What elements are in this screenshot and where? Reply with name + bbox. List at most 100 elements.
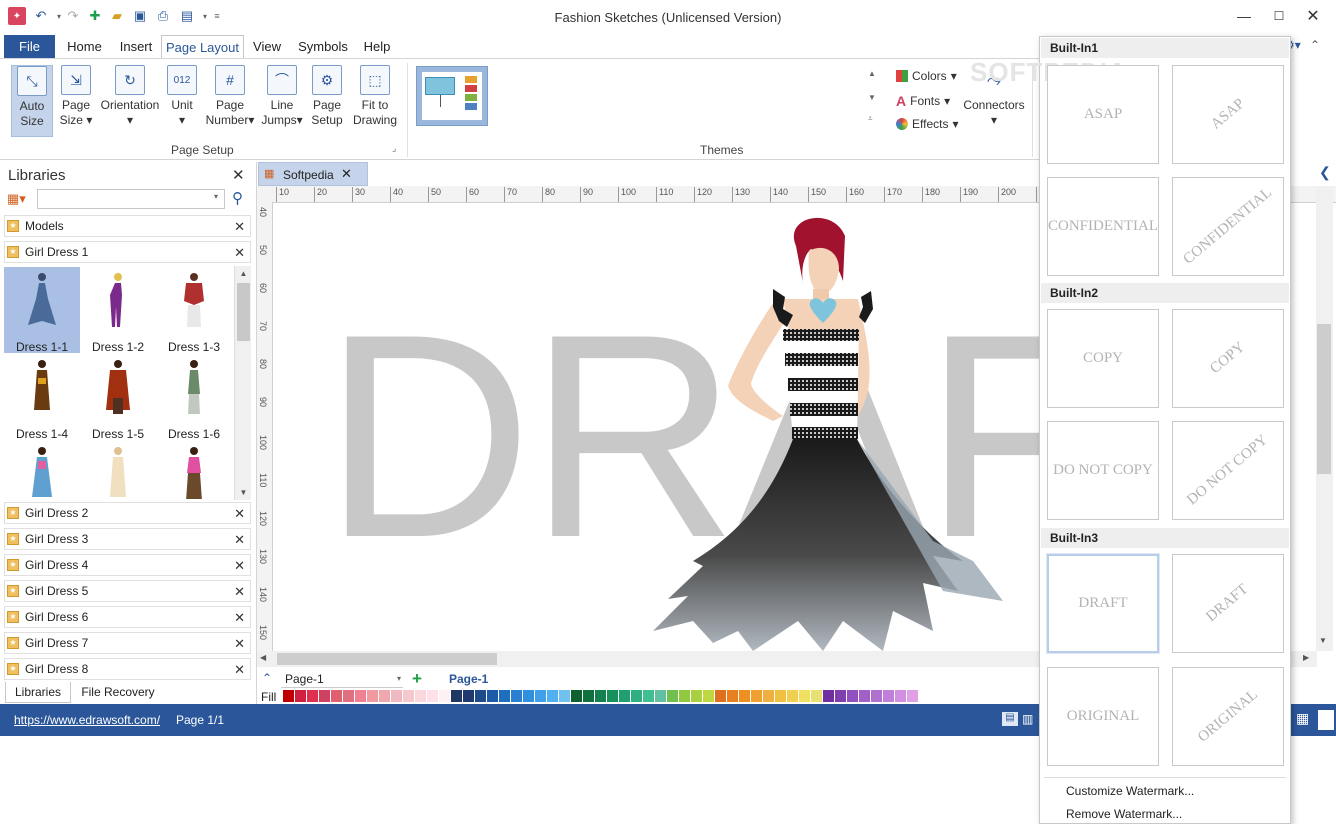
color-swatch[interactable] — [787, 690, 798, 702]
scroll-thumb[interactable] — [237, 283, 250, 341]
add-page-icon[interactable]: + — [412, 669, 422, 689]
gallery-more-icon[interactable]: ⩡ — [868, 114, 873, 124]
color-swatch[interactable] — [667, 690, 678, 702]
close-library-icon[interactable]: ✕ — [234, 636, 245, 652]
colors-button[interactable]: Colors ▾ — [896, 69, 957, 83]
canvas-vertical-scrollbar[interactable]: ❮ ▼ — [1316, 164, 1333, 651]
color-swatch[interactable] — [379, 690, 390, 702]
color-swatch[interactable] — [619, 690, 630, 702]
color-swatch[interactable] — [511, 690, 522, 702]
color-swatch[interactable] — [451, 690, 462, 702]
page-select[interactable]: Page-1 ▾ — [281, 670, 403, 688]
close-library-icon[interactable]: ✕ — [234, 610, 245, 626]
auto-size-button[interactable]: ⤡ Auto Size — [11, 65, 53, 137]
library-group-girl-dress-4[interactable]: ★ Girl Dress 4 ✕ — [4, 554, 251, 576]
color-swatch[interactable] — [571, 690, 582, 702]
grid-view-icon[interactable]: ▦ — [1296, 710, 1309, 727]
gallery-scroll-up-icon[interactable]: ▲ — [868, 69, 876, 78]
effects-button[interactable]: Effects ▾ — [896, 117, 959, 131]
shape-dress-1-8[interactable] — [80, 441, 156, 499]
scroll-down-icon[interactable]: ▼ — [1319, 636, 1327, 645]
color-swatch[interactable] — [655, 690, 666, 702]
color-swatch[interactable] — [643, 690, 654, 702]
page-setup-launcher-icon[interactable]: ⌟ — [392, 143, 396, 154]
fonts-button[interactable]: A Fonts ▾ — [896, 93, 950, 109]
line-jumps-button[interactable]: ⌒ Line Jumps▾ — [261, 65, 303, 128]
undo-icon[interactable]: ↶ — [32, 7, 50, 25]
watermark-confidential-diagonal[interactable]: CONFIDENTIAL — [1172, 177, 1284, 276]
color-swatch[interactable] — [823, 690, 834, 702]
page-tab[interactable]: Page-1 — [449, 672, 488, 686]
color-swatch[interactable] — [775, 690, 786, 702]
close-library-icon[interactable]: ✕ — [234, 245, 245, 261]
color-swatch[interactable] — [847, 690, 858, 702]
close-libraries-icon[interactable]: ✕ — [232, 166, 245, 184]
tab-symbols[interactable]: Symbols — [294, 35, 352, 59]
watermark-do-not-copy[interactable]: DO NOT COPY — [1047, 421, 1159, 520]
color-swatch[interactable] — [871, 690, 882, 702]
color-swatch[interactable] — [715, 690, 726, 702]
outline-view-icon[interactable]: ▥ — [1022, 712, 1033, 726]
connectors-button[interactable]: ⤳ Connectors ▾ — [962, 65, 1026, 128]
library-group-girl-dress-3[interactable]: ★ Girl Dress 3 ✕ — [4, 528, 251, 550]
page-size-button[interactable]: ⇲ Page Size ▾ — [58, 65, 94, 128]
tab-file[interactable]: File — [4, 35, 55, 59]
customize-watermark-item[interactable]: Customize Watermark... — [1066, 784, 1194, 798]
color-swatch[interactable] — [475, 690, 486, 702]
close-library-icon[interactable]: ✕ — [234, 532, 245, 548]
color-swatch[interactable] — [499, 690, 510, 702]
watermark-draft-diagonal[interactable]: DRAFT — [1172, 554, 1284, 653]
color-swatch[interactable] — [811, 690, 822, 702]
library-scrollbar[interactable]: ▲ ▼ — [234, 266, 251, 500]
close-library-icon[interactable]: ✕ — [234, 584, 245, 600]
scroll-thumb[interactable] — [277, 653, 497, 665]
library-group-girl-dress-6[interactable]: ★ Girl Dress 6 ✕ — [4, 606, 251, 628]
shape-dress-1-3[interactable]: Dress 1-3 — [156, 267, 232, 354]
fashion-model-figure[interactable] — [633, 211, 1013, 651]
scroll-up-icon[interactable]: ▲ — [236, 266, 251, 281]
open-icon[interactable]: ▰ — [108, 7, 126, 25]
watermark-asap-diagonal[interactable]: ASAP — [1172, 65, 1284, 164]
close-window-icon[interactable]: ✕ — [1290, 0, 1336, 32]
color-swatch[interactable] — [535, 690, 546, 702]
color-swatch[interactable] — [691, 690, 702, 702]
print-icon[interactable]: ⎙ — [154, 7, 172, 25]
search-dropdown-icon[interactable]: ▾ — [214, 192, 218, 201]
color-swatch[interactable] — [895, 690, 906, 702]
document-tab[interactable]: ▦ Softpedia ✕ — [258, 162, 368, 186]
color-swatch[interactable] — [751, 690, 762, 702]
tab-view[interactable]: View — [250, 35, 284, 59]
scroll-right-icon[interactable]: ▶ — [1303, 653, 1309, 662]
color-swatch[interactable] — [427, 690, 438, 702]
color-swatch[interactable] — [739, 690, 750, 702]
tab-page-layout[interactable]: Page Layout — [161, 35, 244, 59]
watermark-confidential[interactable]: CONFIDENTIAL — [1047, 177, 1159, 276]
tab-file-recovery[interactable]: File Recovery — [78, 682, 158, 703]
close-library-icon[interactable]: ✕ — [234, 662, 245, 678]
color-swatch[interactable] — [547, 690, 558, 702]
drawing-canvas[interactable]: DRAF — [273, 203, 1040, 651]
color-swatch[interactable] — [487, 690, 498, 702]
close-library-icon[interactable]: ✕ — [234, 506, 245, 522]
watermark-draft[interactable]: DRAFT — [1046, 553, 1160, 654]
color-swatches[interactable] — [283, 690, 1040, 702]
tab-home[interactable]: Home — [62, 35, 107, 59]
library-group-models[interactable]: ★ Models ✕ — [4, 215, 251, 237]
color-swatch[interactable] — [319, 690, 330, 702]
color-swatch[interactable] — [679, 690, 690, 702]
shape-dress-1-4[interactable]: Dress 1-4 — [4, 354, 80, 441]
save-icon[interactable]: ▣ — [131, 7, 149, 25]
color-swatch[interactable] — [295, 690, 306, 702]
shape-dress-1-7[interactable] — [4, 441, 80, 499]
close-library-icon[interactable]: ✕ — [234, 558, 245, 574]
color-swatch[interactable] — [415, 690, 426, 702]
color-swatch[interactable] — [583, 690, 594, 702]
color-swatch[interactable] — [595, 690, 606, 702]
watermark-copy[interactable]: COPY — [1047, 309, 1159, 408]
collapse-ribbon-icon[interactable]: ⌃ — [1310, 38, 1320, 52]
shape-dress-1-2[interactable]: Dress 1-2 — [80, 267, 156, 354]
color-swatch[interactable] — [727, 690, 738, 702]
library-group-girl-dress-5[interactable]: ★ Girl Dress 5 ✕ — [4, 580, 251, 602]
color-swatch[interactable] — [799, 690, 810, 702]
color-swatch[interactable] — [859, 690, 870, 702]
